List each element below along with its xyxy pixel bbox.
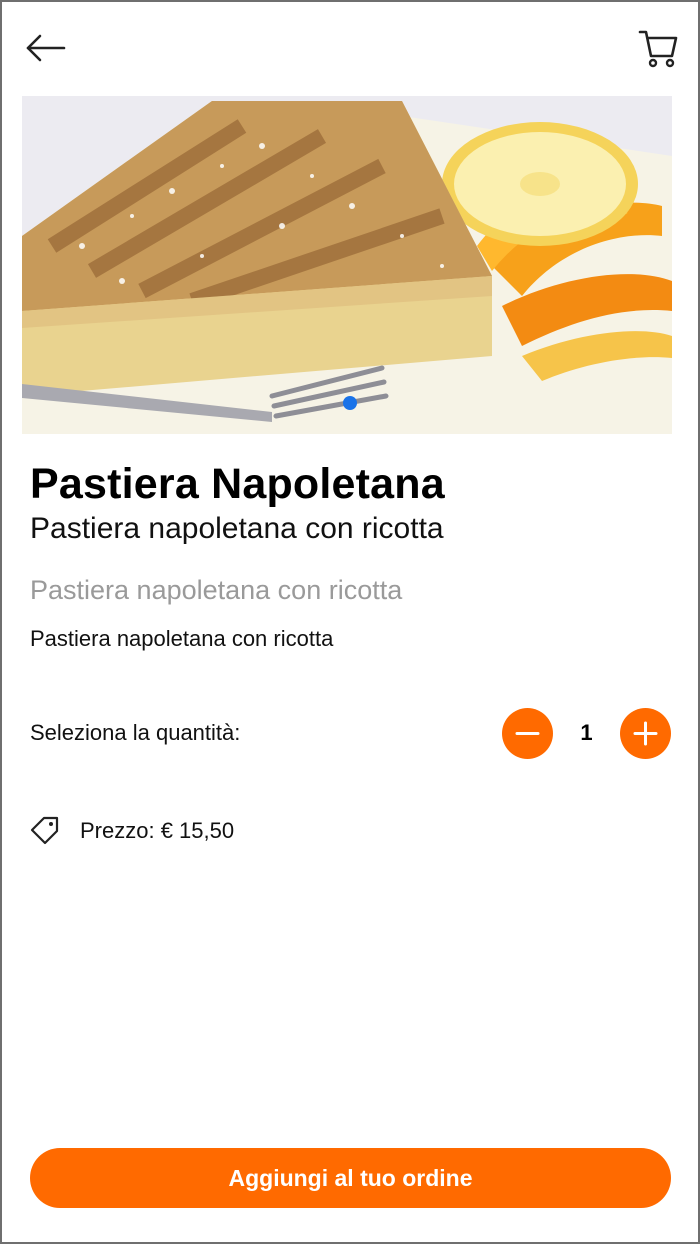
product-description: Pastiera napoletana con ricotta — [30, 626, 334, 651]
cart-button[interactable] — [636, 26, 680, 70]
cart-icon — [638, 30, 678, 68]
carousel-indicator-dot[interactable] — [343, 396, 357, 410]
price-row: Prezzo: € 15,50 — [28, 812, 428, 852]
decrease-quantity-button[interactable] — [502, 708, 553, 759]
product-title: Pastiera Napoletana — [30, 460, 445, 508]
tag-icon — [30, 816, 59, 845]
add-to-order-button[interactable]: Aggiungi al tuo ordine — [30, 1148, 671, 1208]
product-image-carousel[interactable] — [22, 96, 672, 434]
arrow-left-icon — [26, 34, 66, 62]
plus-icon — [633, 721, 658, 746]
quantity-value: 1 — [580, 720, 593, 745]
product-short-description: Pastiera napoletana con ricotta — [30, 575, 403, 605]
increase-quantity-button[interactable] — [620, 708, 671, 759]
product-image — [22, 96, 672, 434]
minus-icon — [515, 732, 540, 735]
back-button[interactable] — [22, 28, 70, 68]
product-subtitle: Pastiera napoletana con ricotta — [30, 512, 444, 545]
top-bar — [0, 0, 700, 96]
quantity-label: Seleziona la quantità: — [30, 720, 241, 745]
price-text: Prezzo: € 15,50 — [80, 818, 235, 843]
